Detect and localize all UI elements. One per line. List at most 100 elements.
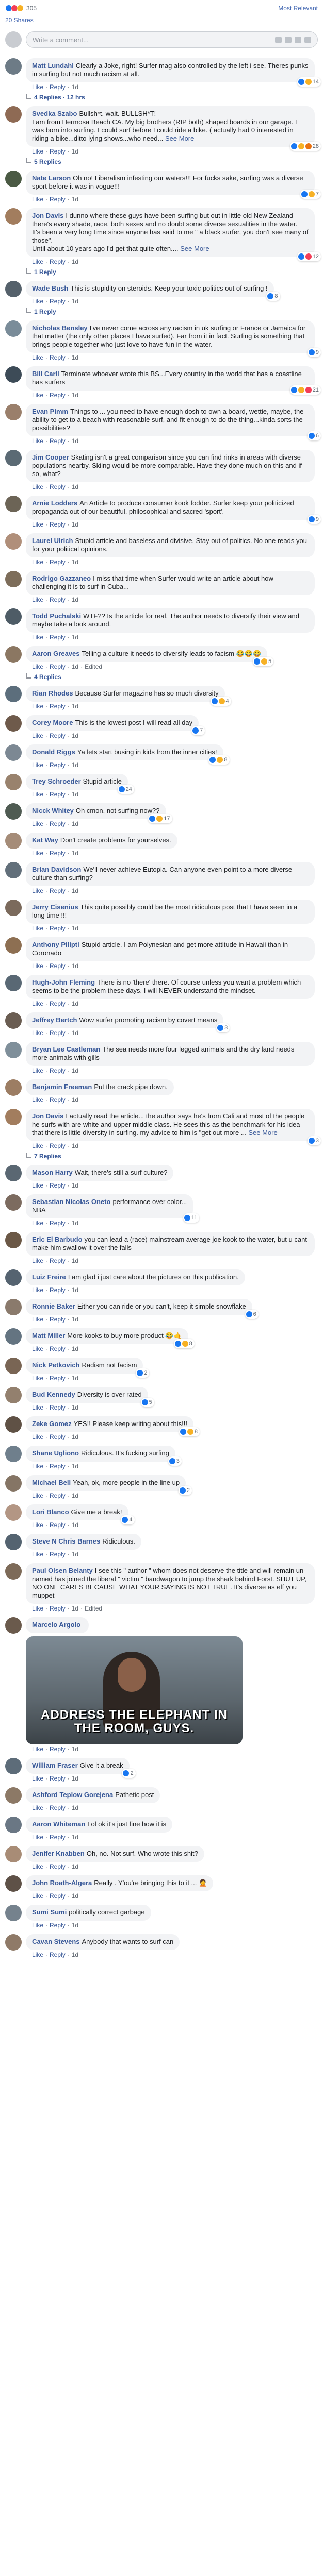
comment-reactions[interactable]: 2	[122, 1769, 136, 1778]
like-button[interactable]: Like	[32, 521, 43, 528]
comment-timestamp[interactable]: 1d	[72, 148, 78, 155]
comment-timestamp[interactable]: 1d	[72, 887, 78, 894]
like-button[interactable]: Like	[32, 1775, 43, 1782]
like-button[interactable]: Like	[32, 820, 43, 827]
edited-label[interactable]: Edited	[85, 1605, 102, 1612]
comment-author-link[interactable]: Laurel Ulrich	[32, 537, 73, 545]
like-button[interactable]: Like	[32, 392, 43, 399]
reply-button[interactable]: Reply	[50, 298, 66, 305]
comment-timestamp[interactable]: 1d	[72, 1345, 78, 1352]
avatar[interactable]	[5, 1269, 22, 1286]
view-replies-link[interactable]: 1 Reply	[5, 305, 318, 315]
like-button[interactable]: Like	[32, 1433, 43, 1440]
comment-author-link[interactable]: Steve N Chris Barnes	[32, 1537, 100, 1545]
comment-timestamp[interactable]: 1d	[72, 1775, 78, 1782]
reply-button[interactable]: Reply	[50, 1000, 66, 1007]
comment-timestamp[interactable]: 1d	[72, 1142, 78, 1149]
avatar[interactable]	[5, 744, 22, 761]
avatar[interactable]	[5, 1165, 22, 1181]
avatar[interactable]	[5, 646, 22, 663]
avatar[interactable]	[5, 1194, 22, 1211]
reply-button[interactable]: Reply	[50, 634, 66, 641]
comment-author-link[interactable]: Nicck Whitey	[32, 807, 74, 815]
comment-author-link[interactable]: Matt Miller	[32, 1332, 65, 1340]
comment-reactions[interactable]: 6	[307, 431, 321, 440]
avatar[interactable]	[5, 715, 22, 732]
avatar[interactable]	[5, 1934, 22, 1951]
reply-button[interactable]: Reply	[50, 732, 66, 739]
comment-author-link[interactable]: Jeffrey Bertch	[32, 1016, 77, 1024]
reply-button[interactable]: Reply	[50, 483, 66, 490]
reply-button[interactable]: Reply	[50, 1142, 66, 1149]
avatar[interactable]	[5, 803, 22, 820]
avatar[interactable]	[5, 171, 22, 187]
reply-button[interactable]: Reply	[50, 83, 66, 91]
like-button[interactable]: Like	[32, 1863, 43, 1870]
view-replies-link[interactable]: 5 Replies	[5, 155, 318, 165]
avatar[interactable]	[5, 58, 22, 75]
comment-author-link[interactable]: Sebastian Nicolas Oneto	[32, 1198, 110, 1206]
like-button[interactable]: Like	[32, 634, 43, 641]
reply-button[interactable]: Reply	[50, 1029, 66, 1037]
reply-button[interactable]: Reply	[50, 791, 66, 798]
reply-button[interactable]: Reply	[50, 521, 66, 528]
gif-attachment[interactable]: ADDRESS THE ELEPHANT IN THE ROOM, GUYS.	[26, 1636, 243, 1744]
comment-reactions[interactable]: 11	[183, 1213, 200, 1223]
sticker-icon[interactable]	[304, 36, 311, 43]
reply-button[interactable]: Reply	[50, 1834, 66, 1841]
comment-author-link[interactable]: Evan Pimm	[32, 408, 68, 415]
comment-timestamp[interactable]: 1d	[72, 1316, 78, 1323]
comment-author-link[interactable]: Ashford Teplow Gorejena	[32, 1791, 113, 1799]
comment-reactions[interactable]: 17	[148, 814, 172, 823]
avatar[interactable]	[5, 1358, 22, 1374]
comment-author-link[interactable]: Jerry Cisenius	[32, 903, 78, 911]
comment-author-link[interactable]: Rian Rhodes	[32, 689, 73, 697]
comment-reactions[interactable]: 5	[253, 657, 274, 666]
comment-timestamp[interactable]: 1d	[72, 1834, 78, 1841]
avatar[interactable]	[5, 533, 22, 550]
comment-reactions[interactable]: 3	[307, 1136, 321, 1145]
reply-button[interactable]: Reply	[50, 1286, 66, 1294]
reply-button[interactable]: Reply	[50, 437, 66, 445]
comment-timestamp[interactable]: 1d	[72, 820, 78, 827]
comment-timestamp[interactable]: 1d	[72, 558, 78, 566]
avatar[interactable]	[5, 1758, 22, 1774]
comment-timestamp[interactable]: 1d	[72, 1029, 78, 1037]
comment-timestamp[interactable]: 1d	[72, 1219, 78, 1227]
like-button[interactable]: Like	[32, 148, 43, 155]
avatar[interactable]	[5, 1563, 22, 1580]
comment-author-link[interactable]: John Roath-Algera	[32, 1879, 92, 1887]
comment-timestamp[interactable]: 1d	[72, 1863, 78, 1870]
comment-author-link[interactable]: Rodrigo Gazzaneo	[32, 574, 91, 582]
avatar[interactable]	[5, 774, 22, 790]
reply-button[interactable]: Reply	[50, 761, 66, 769]
comment-timestamp[interactable]: 1d	[72, 1182, 78, 1189]
reply-button[interactable]: Reply	[50, 1375, 66, 1382]
reply-button[interactable]: Reply	[50, 1804, 66, 1811]
comment-author-link[interactable]: Luiz Freire	[32, 1273, 66, 1281]
comment-timestamp[interactable]: 1d	[72, 1492, 78, 1499]
avatar[interactable]	[5, 1905, 22, 1921]
avatar[interactable]	[5, 404, 22, 420]
like-button[interactable]: Like	[32, 1951, 43, 1958]
comment-author-link[interactable]: Hugh-John Fleming	[32, 978, 95, 986]
comment-reactions[interactable]: 24	[117, 785, 134, 794]
reply-button[interactable]: Reply	[50, 703, 66, 710]
comment-reactions[interactable]: 9	[307, 348, 321, 357]
comment-author-link[interactable]: Arnie Lodders	[32, 499, 77, 507]
avatar[interactable]	[5, 1534, 22, 1550]
like-button[interactable]: Like	[32, 1345, 43, 1352]
avatar[interactable]	[5, 208, 22, 225]
comment-author-link[interactable]: Bud Kennedy	[32, 1391, 75, 1398]
avatar[interactable]	[5, 975, 22, 991]
reply-button[interactable]: Reply	[50, 1951, 66, 1958]
avatar[interactable]	[5, 450, 22, 466]
comment-reactions[interactable]: 5	[140, 1398, 154, 1407]
comment-timestamp[interactable]: 1d	[72, 925, 78, 932]
reply-button[interactable]: Reply	[50, 1316, 66, 1323]
see-more-link[interactable]: See More	[165, 134, 194, 142]
comment-timestamp[interactable]: 1d	[72, 1404, 78, 1411]
reply-button[interactable]: Reply	[50, 1345, 66, 1352]
reply-button[interactable]: Reply	[50, 1096, 66, 1104]
shares-link[interactable]: 20 Shares	[0, 13, 323, 27]
